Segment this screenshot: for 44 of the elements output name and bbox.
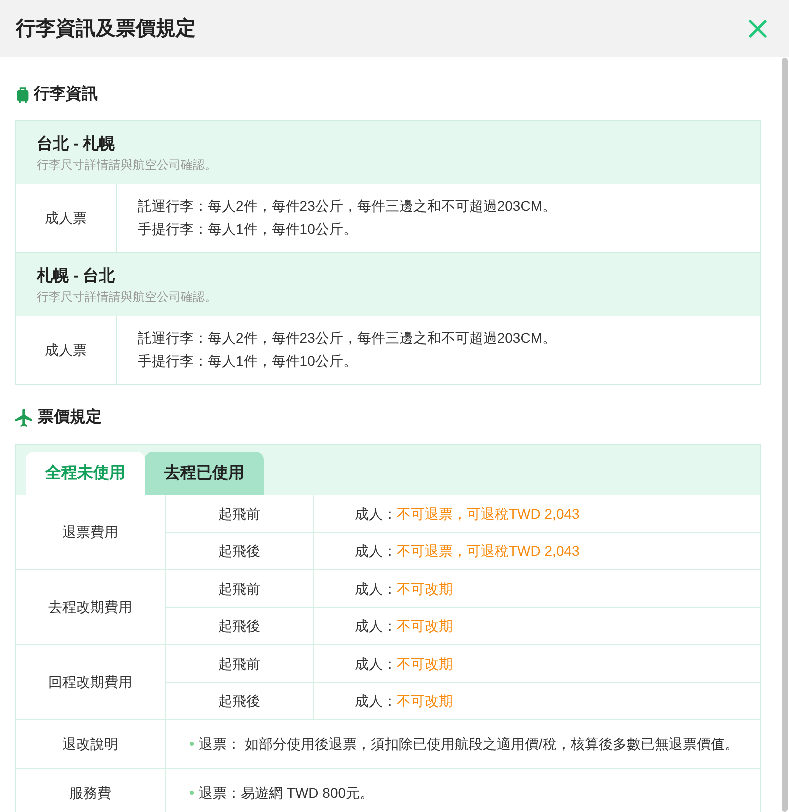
section-heading: 行李資訊 [34, 84, 98, 105]
baggage-note: 行李尺寸詳情請與航空公司確認。 [37, 157, 218, 174]
scrollbar[interactable] [782, 58, 788, 812]
fee-category-label: 回程改期費用 [48, 673, 132, 692]
passenger-label: 成人： [355, 580, 397, 598]
fee-value: 不可改期 [397, 654, 453, 674]
departure-timing-label: 起飛後 [218, 692, 260, 711]
fee-category-label: 服務費 [70, 784, 112, 803]
fee-value: 不可改期 [397, 617, 453, 636]
passenger-label: 成人： [355, 542, 397, 561]
fee-category-label: 去程改期費用 [48, 598, 132, 617]
departure-timing-label: 起飛後 [218, 542, 260, 561]
departure-timing-label: 起飛前 [218, 580, 260, 598]
departure-timing-label: 起飛後 [218, 617, 260, 636]
passenger-type: 成人票 [45, 341, 87, 360]
tab[interactable]: 去程已使用 [145, 452, 264, 495]
route-title: 札幌 - 台北 [37, 266, 116, 287]
rule-note-text: 退票：易遊網 TWD 800元。 [199, 784, 374, 803]
route-title: 台北 - 札幌 [37, 134, 116, 155]
fee-value: 不可改期 [397, 692, 453, 711]
baggage-allowance-text: 手提行李：每人1件，每件10公斤。 [138, 220, 358, 239]
baggage-allowance-text: 託運行李：每人2件，每件23公斤，每件三邊之和不可超過203CM。 [138, 197, 558, 216]
airplane-icon [15, 409, 33, 427]
fee-category-label: 退票費用 [62, 523, 118, 542]
fee-value: 不可退票，可退稅TWD 2,043 [397, 504, 580, 524]
baggage-allowance-text: 手提行李：每人1件，每件10公斤。 [138, 352, 358, 371]
section-heading: 票價規定 [38, 407, 102, 428]
fee-category-label: 退改說明 [62, 735, 118, 754]
passenger-type: 成人票 [45, 209, 87, 228]
baggage-note: 行李尺寸詳情請與航空公司確認。 [37, 289, 218, 306]
rule-note-text: 退票： 如部分使用後退票，須扣除已使用航段之適用價/稅，核算後多數已無退票價值。 [199, 735, 739, 754]
passenger-label: 成人： [355, 654, 397, 674]
departure-timing-label: 起飛前 [218, 654, 260, 674]
passenger-label: 成人： [355, 692, 397, 711]
close-icon [749, 20, 767, 38]
fee-value: 不可改期 [397, 580, 453, 598]
passenger-label: 成人： [355, 617, 397, 636]
fee-value: 不可退票，可退稅TWD 2,043 [397, 542, 580, 561]
close-button[interactable] [748, 18, 768, 38]
baggage-allowance-text: 託運行李：每人2件，每件23公斤，每件三邊之和不可超過203CM。 [138, 329, 558, 348]
departure-timing-label: 起飛前 [218, 504, 260, 524]
suitcase-icon [17, 87, 29, 103]
dialog-title: 行李資訊及票價規定 [16, 16, 196, 42]
passenger-label: 成人： [355, 504, 397, 524]
